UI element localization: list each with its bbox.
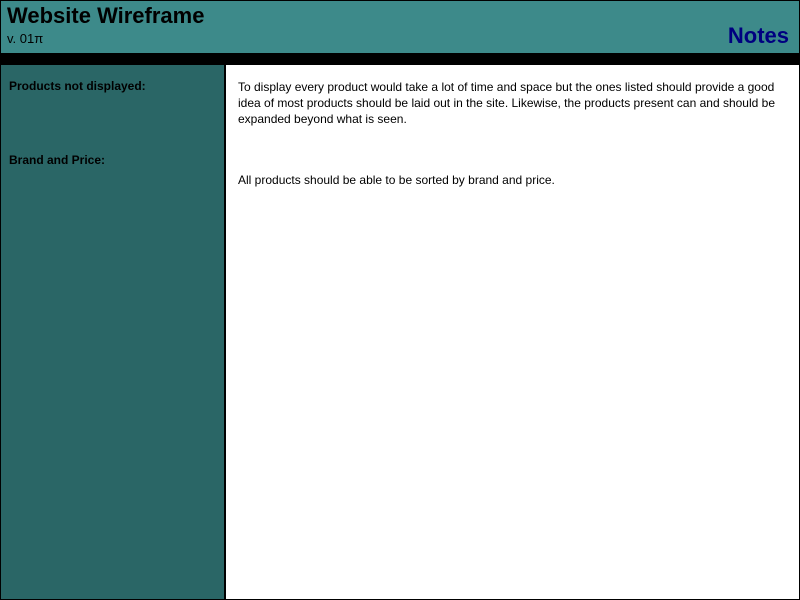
header-divider xyxy=(1,55,799,65)
section-label-products: Products not displayed: xyxy=(9,79,216,93)
section-label-brand-price: Brand and Price: xyxy=(9,153,216,167)
page-title: Website Wireframe xyxy=(7,3,793,29)
header: Website Wireframe v. 01π Notes xyxy=(1,1,799,55)
version-label: v. 01π xyxy=(7,31,793,46)
sidebar: Products not displayed: Brand and Price: xyxy=(1,65,226,599)
section-text-products: To display every product would take a lo… xyxy=(238,79,787,128)
section-text-brand-price: All products should be able to be sorted… xyxy=(238,172,787,188)
notes-heading: Notes xyxy=(728,23,789,49)
content-area: Products not displayed: Brand and Price:… xyxy=(1,65,799,599)
main-panel: To display every product would take a lo… xyxy=(226,65,799,599)
